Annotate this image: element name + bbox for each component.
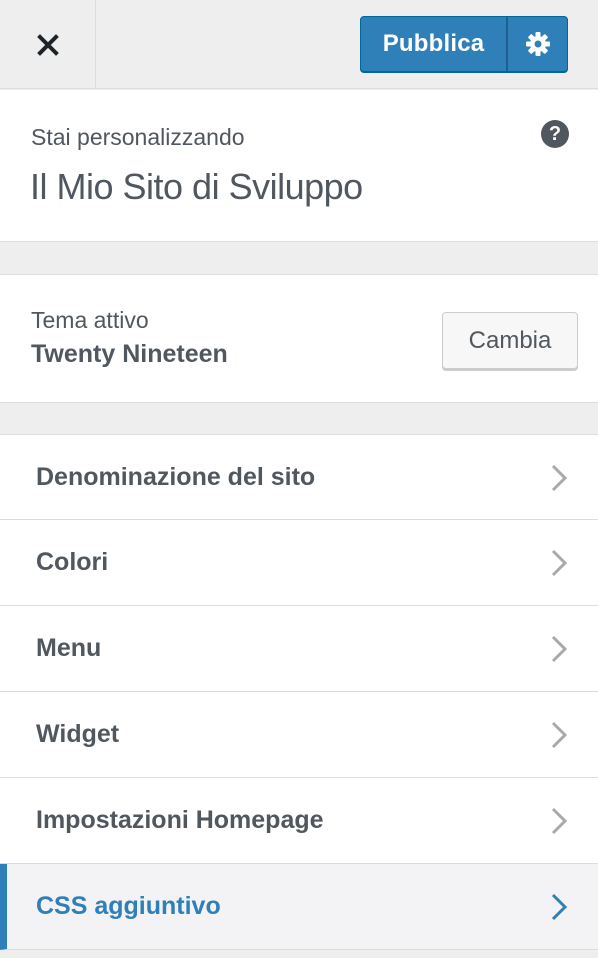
section-additional-css[interactable]: CSS aggiuntivo — [0, 864, 598, 950]
section-label: Colori — [36, 548, 109, 576]
customizer-sections-list: Denominazione del sito Colori Menu Widge… — [0, 434, 598, 950]
section-colors[interactable]: Colori — [0, 520, 598, 606]
section-site-identity[interactable]: Denominazione del sito — [0, 434, 598, 520]
active-theme-label: Tema attivo — [31, 307, 149, 333]
section-homepage-settings[interactable]: Impostazioni Homepage — [0, 778, 598, 864]
section-label: Denominazione del sito — [36, 463, 316, 491]
chevron-right-icon — [551, 549, 568, 577]
change-theme-button[interactable]: Cambia — [442, 312, 578, 369]
chevron-right-icon — [551, 807, 568, 835]
section-label: Widget — [36, 720, 120, 748]
chevron-right-icon — [551, 721, 568, 749]
chevron-right-icon — [551, 893, 568, 921]
section-label: Menu — [36, 634, 102, 662]
section-label: Impostazioni Homepage — [36, 806, 324, 834]
section-label: CSS aggiuntivo — [36, 892, 221, 920]
close-button[interactable] — [0, 0, 96, 89]
publish-button[interactable]: Pubblica — [361, 17, 508, 71]
active-theme-panel: Tema attivo Twenty Nineteen Cambia — [0, 274, 598, 403]
chevron-right-icon — [551, 464, 568, 492]
site-title: Il Mio Sito di Sviluppo — [30, 166, 363, 207]
publish-settings-button[interactable] — [508, 17, 567, 71]
customizer-header: Pubblica — [0, 0, 598, 89]
customizing-label: Stai personalizzando — [31, 124, 245, 150]
gear-icon — [525, 32, 550, 56]
publish-button-group: Pubblica — [360, 16, 568, 72]
section-widgets[interactable]: Widget — [0, 692, 598, 778]
close-icon — [36, 33, 59, 56]
section-menus[interactable]: Menu — [0, 606, 598, 692]
site-info-panel: Stai personalizzando Il Mio Sito di Svil… — [0, 90, 598, 242]
help-icon[interactable]: ? — [541, 120, 569, 148]
active-theme-name: Twenty Nineteen — [31, 340, 228, 368]
chevron-right-icon — [551, 635, 568, 663]
